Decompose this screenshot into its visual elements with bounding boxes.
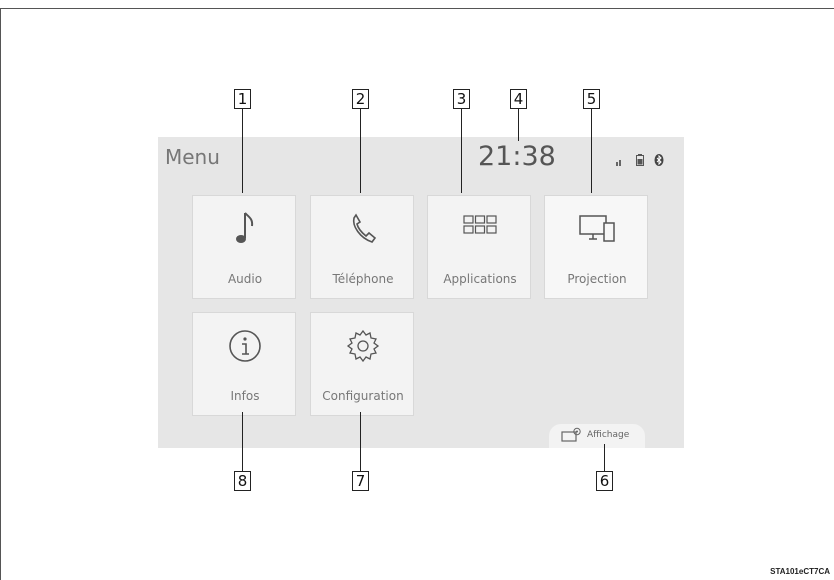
- display-icon: [561, 427, 583, 448]
- grid-icon: [428, 210, 532, 253]
- projection-label: Projection: [567, 272, 627, 286]
- callout-8: 8: [234, 471, 251, 491]
- infos-tile[interactable]: Infos: [192, 312, 296, 416]
- affichage-label: Affichage: [587, 430, 630, 440]
- affichage-button[interactable]: Affichage: [549, 424, 645, 448]
- leader-line-5: [591, 109, 592, 193]
- menu-title: Menu: [165, 145, 220, 169]
- telephone-tile[interactable]: Téléphone: [310, 195, 414, 299]
- callout-5: 5: [583, 89, 600, 109]
- leader-line-7: [360, 412, 361, 471]
- configuration-label: Configuration: [322, 389, 404, 403]
- audio-tile[interactable]: Audio: [192, 195, 296, 299]
- leader-line-6: [604, 444, 605, 471]
- callout-2: 2: [352, 89, 369, 109]
- clock: 21:38: [478, 141, 556, 172]
- infos-label: Infos: [230, 389, 260, 403]
- leader-line-2: [360, 109, 361, 193]
- figure-code: STA101eCT7CA: [770, 567, 830, 576]
- frame-border-top: [0, 8, 834, 9]
- projection-tile[interactable]: Projection: [544, 195, 648, 299]
- callout-7: 7: [352, 471, 369, 491]
- applications-tile[interactable]: Applications: [427, 195, 531, 299]
- leader-line-1: [242, 109, 243, 193]
- signal-icon: [616, 153, 624, 171]
- devices-icon: [545, 210, 649, 253]
- callout-6: 6: [596, 471, 613, 491]
- head-unit-screen: Menu 21:38 Audio Téléphone Applications …: [158, 137, 684, 448]
- gear-icon: [311, 327, 415, 370]
- audio-label: Audio: [227, 272, 263, 286]
- info-icon: [193, 327, 297, 370]
- telephone-label: Téléphone: [332, 272, 394, 286]
- callout-4: 4: [510, 89, 527, 109]
- callout-1: 1: [234, 89, 251, 109]
- phone-icon: [311, 210, 415, 253]
- frame-border-left: [0, 8, 1, 580]
- music-note-icon: [193, 210, 297, 253]
- battery-icon: [636, 153, 644, 171]
- configuration-tile[interactable]: Configuration: [310, 312, 414, 416]
- callout-3: 3: [453, 89, 470, 109]
- applications-label: Applications: [443, 272, 517, 286]
- bluetooth-icon: [654, 153, 664, 171]
- leader-line-8: [242, 412, 243, 471]
- leader-line-4: [518, 109, 519, 141]
- leader-line-3: [461, 109, 462, 193]
